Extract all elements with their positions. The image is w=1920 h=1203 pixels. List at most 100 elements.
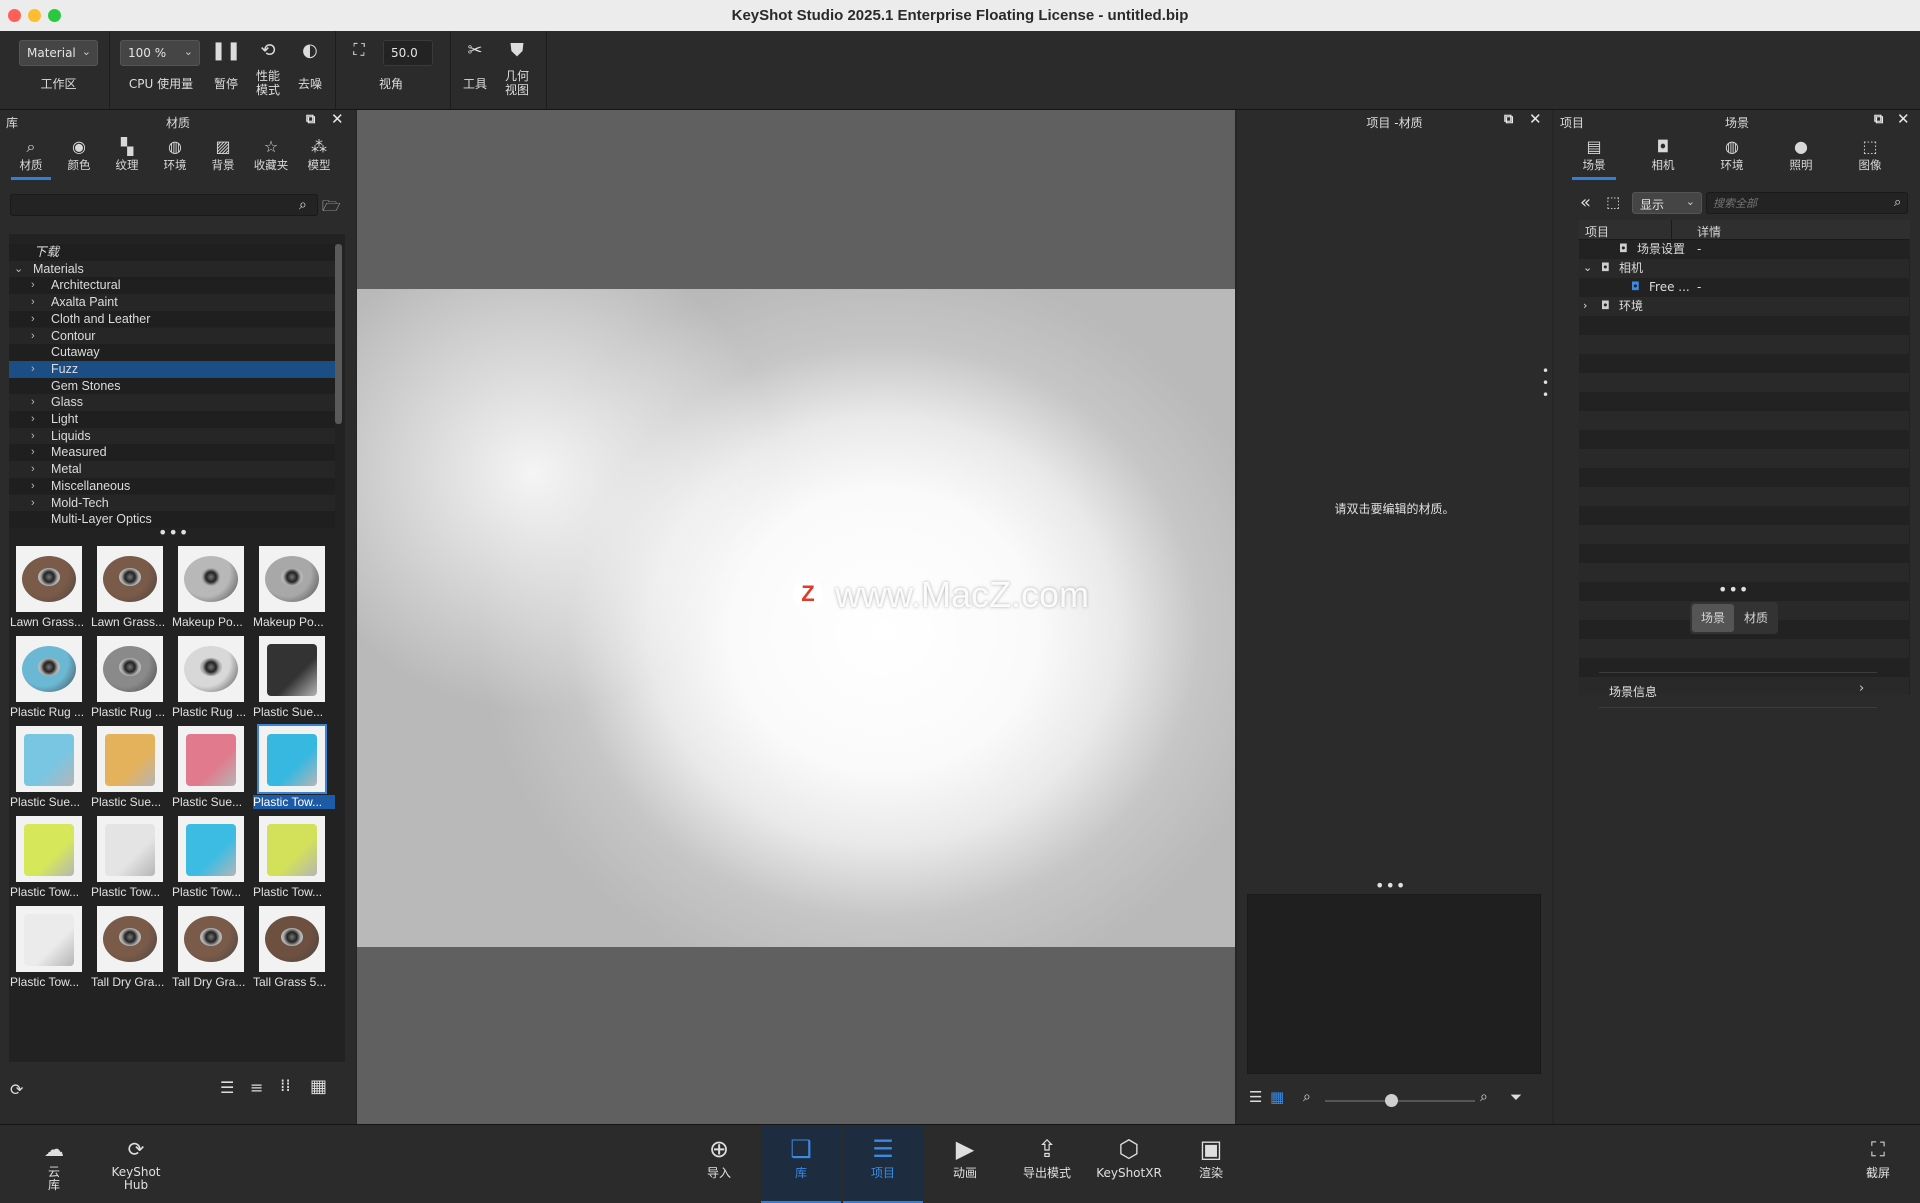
float-panel-icon[interactable]: ⧉ <box>1874 112 1883 127</box>
scene-tab-2[interactable]: ◘ 相机 <box>1643 138 1683 173</box>
float-panel-icon[interactable]: ⧉ <box>1504 112 1513 127</box>
material-thumbnail[interactable]: Plastic Tow... <box>10 902 90 990</box>
splitter-handle-icon[interactable]: ••• <box>1375 876 1406 895</box>
search-icon[interactable]: ⌕ <box>299 197 307 213</box>
tree-item[interactable]: › Axalta Paint <box>9 294 335 311</box>
tree-item[interactable]: › Liquids <box>9 427 335 445</box>
material-thumbnail[interactable]: Plastic Sue... <box>91 722 171 810</box>
material-thumbnail[interactable]: Plastic Tow... <box>253 812 333 900</box>
grid-view-icon[interactable]: ▦ <box>1270 1088 1284 1106</box>
material-thumbnail[interactable]: Tall Grass 5... <box>253 902 333 990</box>
tree-item[interactable]: › Light <box>9 411 335 428</box>
scene-tab-1[interactable]: ▤ 场景 <box>1574 138 1614 173</box>
material-thumbnail[interactable]: Plastic Rug ... <box>10 632 90 720</box>
scene-tab-4[interactable]: ● 照明 <box>1781 138 1821 173</box>
bottom-nav-cube[interactable]: ⬡ KeyShotXR <box>1089 1125 1169 1203</box>
cpu-usage-select[interactable]: 100 % ⌄ <box>120 40 200 66</box>
material-thumbnail[interactable]: Plastic Tow... <box>172 812 252 900</box>
bottom-nav-play[interactable]: ▶ 动画 <box>925 1125 1005 1203</box>
folder-search-icon[interactable]: 🗁 <box>322 196 341 221</box>
library-tab-2[interactable]: ◉ 颜色 <box>59 138 99 173</box>
material-thumbnail[interactable]: Tall Dry Gra... <box>172 902 252 990</box>
material-thumbnail[interactable]: Lawn Grass... <box>91 542 171 630</box>
detail-view-icon[interactable]: ≡ <box>250 1078 263 1097</box>
material-thumbnail[interactable]: Plastic Tow... <box>253 722 335 810</box>
side-handle-icon[interactable]: • • • <box>1542 365 1550 405</box>
scene-tab-3[interactable]: ◍ 环境 <box>1712 138 1752 173</box>
tree-item[interactable]: › Measured <box>9 444 335 462</box>
select-tool-icon[interactable]: ⬚ <box>1606 193 1620 211</box>
library-search-input[interactable] <box>10 194 318 216</box>
scene-tree-row[interactable]: › ◘ 环境 <box>1579 297 1909 316</box>
library-tab-7[interactable]: ⁂ 模型 <box>299 138 339 173</box>
viewport[interactable]: Z www.MacZ.com <box>357 110 1235 1124</box>
chevron-right-icon[interactable]: › <box>1583 297 1587 315</box>
filter-icon[interactable]: ⏷ <box>1510 1088 1522 1106</box>
bottom-nav-share[interactable]: ⇪ 导出模式 <box>1007 1125 1087 1203</box>
tree-item[interactable]: › Miscellaneous <box>9 477 335 495</box>
material-thumbnail[interactable]: Plastic Sue... <box>172 722 252 810</box>
material-thumbnail[interactable]: Makeup Po... <box>172 542 252 630</box>
list-view-icon[interactable]: ☰ <box>1249 1088 1262 1106</box>
small-grid-icon[interactable]: ⁞⁞ <box>280 1076 291 1096</box>
library-tab-3[interactable]: ▚ 纹理 <box>107 138 147 173</box>
chevron-down-icon[interactable]: ⌄ <box>1583 259 1592 277</box>
tree-item[interactable]: › Fuzz <box>9 360 335 378</box>
zoom-slider[interactable] <box>1325 1100 1475 1102</box>
search-icon[interactable]: ⌕ <box>1894 195 1901 210</box>
close-panel-icon[interactable]: ✕ <box>1529 110 1542 128</box>
material-thumbnail[interactable]: Plastic Tow... <box>91 812 171 900</box>
library-tab-1[interactable]: ⌕ 材质 <box>11 138 51 173</box>
list-view-icon[interactable]: ☰ <box>220 1078 234 1097</box>
cloud-library-button[interactable]: ☁ 云 库 <box>14 1125 94 1203</box>
scene-info-row[interactable]: 场景信息 › <box>1599 672 1877 708</box>
library-tab-5[interactable]: ▨ 背景 <box>203 138 243 173</box>
segment-scene[interactable]: 场景 <box>1692 604 1734 632</box>
material-thumbnail[interactable]: Plastic Rug ... <box>91 632 171 720</box>
refresh-icon[interactable]: ⟳ <box>10 1080 23 1099</box>
screenshot-button[interactable]: ⛶ 截屏 <box>1838 1125 1918 1203</box>
zoom-out-icon[interactable]: ⌕ <box>1303 1089 1311 1105</box>
tree-item[interactable]: › Metal <box>9 461 335 478</box>
tree-item[interactable]: › Mold-Tech <box>9 494 335 512</box>
keyshot-hub-button[interactable]: ⟳ KeyShot Hub <box>96 1125 176 1203</box>
splitter-handle-icon[interactable]: ••• <box>1718 580 1749 599</box>
scene-search-input[interactable] <box>1706 192 1908 214</box>
scene-tab-5[interactable]: ⬚ 图像 <box>1850 138 1890 173</box>
zoom-slider-handle[interactable] <box>1385 1094 1398 1107</box>
workspace-select[interactable]: Material ⌄ <box>19 40 98 66</box>
tree-item[interactable]: Cutaway <box>9 344 335 361</box>
bottom-nav-render[interactable]: ▣ 渲染 <box>1171 1125 1251 1203</box>
large-grid-icon[interactable]: ▦ <box>310 1076 327 1097</box>
zoom-in-icon[interactable]: ⌕ <box>1480 1089 1488 1105</box>
float-panel-icon[interactable]: ⧉ <box>306 112 315 127</box>
tree-root-download[interactable]: 下载 <box>9 244 335 261</box>
bottom-nav-book[interactable]: ❑ 库 <box>761 1125 841 1203</box>
column-divider[interactable] <box>1671 220 1672 240</box>
material-thumbnail[interactable]: Plastic Sue... <box>253 632 333 720</box>
material-preview[interactable] <box>1247 894 1541 1074</box>
tree-item[interactable]: › Cloth and Leather <box>9 310 335 328</box>
tree-root-materials[interactable]: ⌄ Materials <box>9 260 335 278</box>
display-select[interactable]: 显示 ⌄ <box>1632 192 1702 214</box>
tree-item[interactable]: Gem Stones <box>9 377 335 395</box>
material-thumbnail[interactable]: Tall Dry Gra... <box>91 902 171 990</box>
library-tab-6[interactable]: ☆ 收藏夹 <box>251 138 291 173</box>
library-tab-4[interactable]: ◍ 环境 <box>155 138 195 173</box>
close-panel-icon[interactable]: ✕ <box>1897 110 1910 128</box>
tree-item[interactable]: › Glass <box>9 394 335 411</box>
fov-input[interactable]: 50.0 <box>383 40 433 66</box>
bottom-nav-import[interactable]: ⊕ 导入 <box>679 1125 759 1203</box>
scene-tree-row[interactable]: ⌄ ◘ 相机 <box>1579 259 1909 278</box>
scene-tree-row[interactable]: ◘ Free ... - <box>1579 278 1909 297</box>
tree-item[interactable]: › Contour <box>9 327 335 345</box>
material-thumbnail[interactable]: Plastic Tow... <box>10 812 90 900</box>
material-thumbnail[interactable]: Lawn Grass... <box>10 542 90 630</box>
segment-material[interactable]: 材质 <box>1736 604 1776 632</box>
render-canvas[interactable]: Z www.MacZ.com <box>357 289 1235 947</box>
material-thumbnail[interactable]: Makeup Po... <box>253 542 333 630</box>
close-panel-icon[interactable]: ✕ <box>331 110 344 128</box>
tree-scrollbar[interactable] <box>335 244 342 424</box>
tree-item[interactable]: › Architectural <box>9 277 335 295</box>
collapse-icon[interactable]: « <box>1580 192 1591 213</box>
